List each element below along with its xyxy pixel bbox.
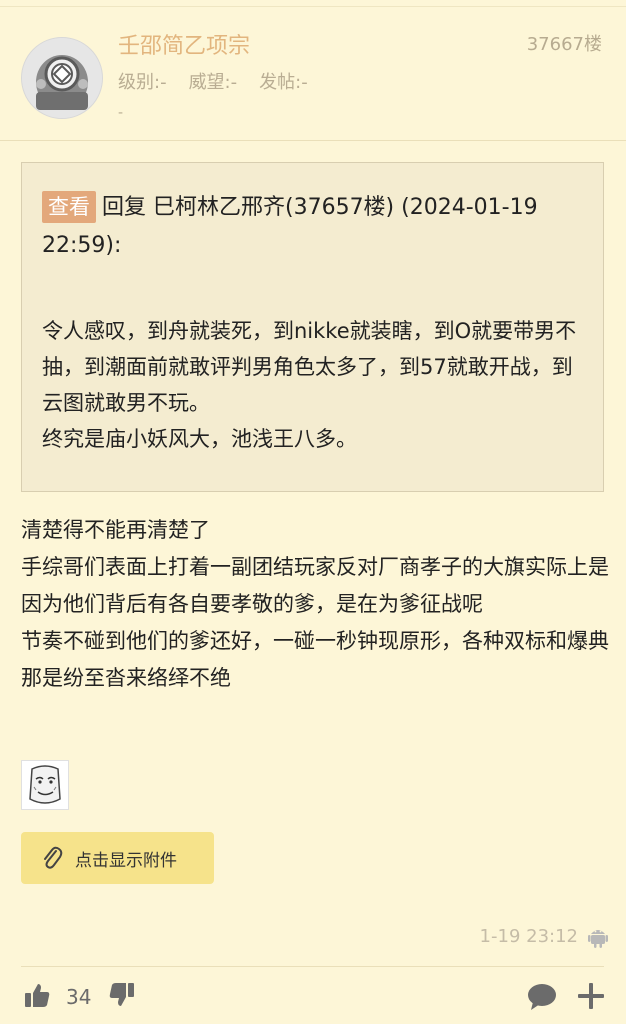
diving-helmet-icon: [22, 38, 102, 118]
user-post-count: 发帖:-: [259, 72, 308, 93]
show-attachment-button[interactable]: 点击显示附件: [21, 832, 214, 884]
user-level: 级别:-: [118, 72, 167, 93]
quote-header-text[interactable]: 回复 巳柯林乙邢齐(37657楼) (2024-01-19 22:59):: [42, 195, 538, 258]
quote-line: 令人感叹，到舟就装死，到nikke就装瞎，到O就要带男不抽，到潮面前就敢评判男角…: [42, 319, 577, 415]
user-avatar[interactable]: [21, 37, 103, 119]
header-divider: [0, 140, 626, 141]
user-meta: 级别:- 威望:- 发帖:-: [118, 68, 308, 94]
post-line: 手综哥们表面上打着一副团结玩家反对厂商孝子的大旗实际上是因为他们背后有各自要孝敬…: [21, 555, 609, 616]
username[interactable]: 壬邵简乙项宗: [118, 28, 250, 60]
vote-bar: 34: [24, 982, 135, 1012]
top-divider: [0, 6, 626, 7]
quoted-reply: 查看 回复 巳柯林乙邢齐(37657楼) (2024-01-19 22:59): …: [21, 162, 604, 492]
quote-body: 令人感叹，到舟就装死，到nikke就装瞎，到O就要带男不抽，到潮面前就敢评判男角…: [42, 313, 590, 457]
meme-sticker[interactable]: [21, 760, 69, 810]
android-icon: [588, 926, 608, 952]
plus-icon[interactable]: [577, 982, 605, 1014]
like-count: 34: [66, 985, 92, 1009]
thumbs-down-icon[interactable]: [109, 982, 135, 1012]
comment-icon[interactable]: [527, 983, 557, 1015]
floor-number: 37667楼: [526, 34, 602, 55]
user-extra: -: [118, 105, 124, 121]
post-line: 清楚得不能再清楚了: [21, 518, 210, 542]
post-timestamp: 1-19 23:12: [479, 926, 578, 947]
post-content: 清楚得不能再清楚了 手综哥们表面上打着一副团结玩家反对厂商孝子的大旗实际上是因为…: [21, 512, 611, 697]
quote-header: 查看 回复 巳柯林乙邢齐(37657楼) (2024-01-19 22:59):: [42, 189, 587, 265]
view-quote-button[interactable]: 查看: [42, 191, 96, 223]
meme-face-icon: [22, 761, 68, 809]
footer-divider: [21, 966, 604, 967]
quote-line: 终究是庙小妖风大，池浅王八多。: [42, 427, 357, 451]
post-line: 节奏不碰到他们的爹还好，一碰一秒钟现原形，各种双标和爆典那是纷至沓来络绎不绝: [21, 629, 609, 690]
attachment-label: 点击显示附件: [75, 850, 177, 871]
user-prestige: 威望:-: [188, 72, 238, 93]
thumbs-up-icon[interactable]: [24, 982, 50, 1012]
paperclip-icon: [44, 846, 63, 869]
